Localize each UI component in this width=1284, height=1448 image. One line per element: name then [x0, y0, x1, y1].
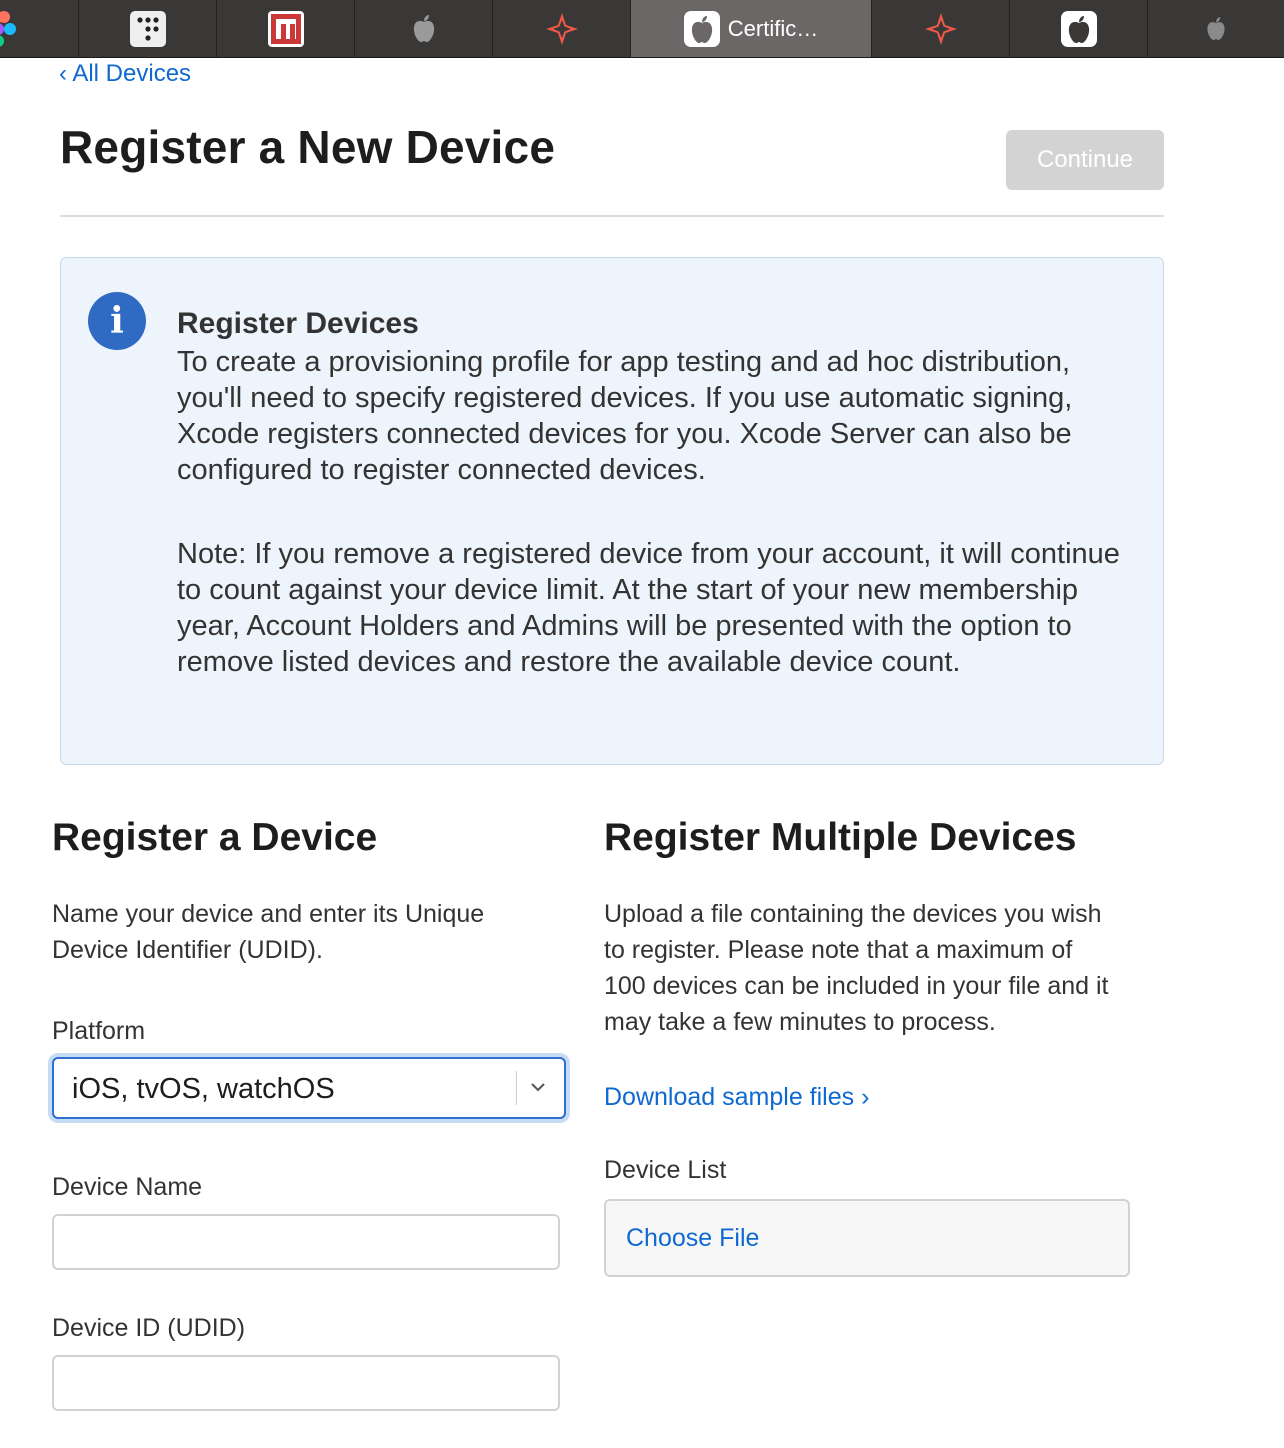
device-name-input[interactable] — [52, 1214, 560, 1270]
device-list-label: Device List — [604, 1156, 727, 1184]
register-device-description: Name your device and enter its Unique De… — [52, 900, 485, 964]
device-id-input[interactable] — [52, 1355, 560, 1411]
header-divider — [60, 215, 1164, 217]
tab-sparkle-1[interactable] — [493, 0, 631, 57]
platform-select[interactable]: iOS, tvOS, watchOS — [52, 1057, 566, 1119]
apple-icon — [1060, 10, 1097, 47]
apple-icon — [683, 10, 720, 47]
tab-sparkle-2[interactable] — [872, 0, 1010, 57]
tab-apple-2[interactable] — [1010, 0, 1148, 57]
tab-apple-3[interactable] — [1148, 0, 1284, 57]
npm-icon — [267, 10, 304, 47]
register-multiple-title: Register Multiple Devices — [604, 816, 1077, 859]
sparkle-icon — [545, 12, 579, 46]
choose-file-button[interactable]: Choose File — [626, 1224, 759, 1253]
dice-grid-icon — [129, 10, 166, 47]
platform-label: Platform — [52, 1017, 146, 1045]
apple-icon — [1205, 16, 1227, 42]
tab-certificates[interactable]: Certific… — [631, 0, 872, 57]
page-title: Register a New Device — [60, 121, 556, 173]
sparkle-icon — [924, 12, 958, 46]
device-list-file-picker[interactable]: Choose File — [604, 1199, 1130, 1277]
register-multiple-description: Upload a file containing the devices you… — [604, 900, 1109, 1036]
device-name-label: Device Name — [52, 1173, 203, 1201]
select-separator — [516, 1071, 517, 1105]
register-device-title: Register a Device — [52, 816, 378, 859]
device-id-label: Device ID (UDID) — [52, 1314, 246, 1342]
download-sample-files-link[interactable]: Download sample files › — [604, 1083, 869, 1112]
all-devices-back-link[interactable]: ‹ All Devices — [59, 60, 191, 88]
apple-icon — [411, 14, 437, 44]
tab-figma[interactable] — [0, 0, 79, 57]
chevron-down-icon — [530, 1079, 546, 1100]
figma-icon — [0, 10, 18, 47]
tab-dice[interactable] — [79, 0, 217, 57]
info-icon: i — [88, 292, 146, 350]
info-heading: Register Devices — [177, 307, 419, 340]
tab-apple-1[interactable] — [355, 0, 493, 57]
browser-tab-bar: Certific… — [0, 0, 1284, 58]
info-note-paragraph: Note: If you remove a registered device … — [177, 538, 1120, 678]
tab-npm[interactable] — [217, 0, 355, 57]
tab-title: Certific… — [727, 15, 819, 41]
info-box: i Register Devices To create a provision… — [60, 257, 1164, 765]
platform-select-value: iOS, tvOS, watchOS — [72, 1073, 335, 1105]
continue-button[interactable]: Continue — [1006, 130, 1164, 190]
info-paragraph: To create a provisioning profile for app… — [177, 346, 1073, 486]
